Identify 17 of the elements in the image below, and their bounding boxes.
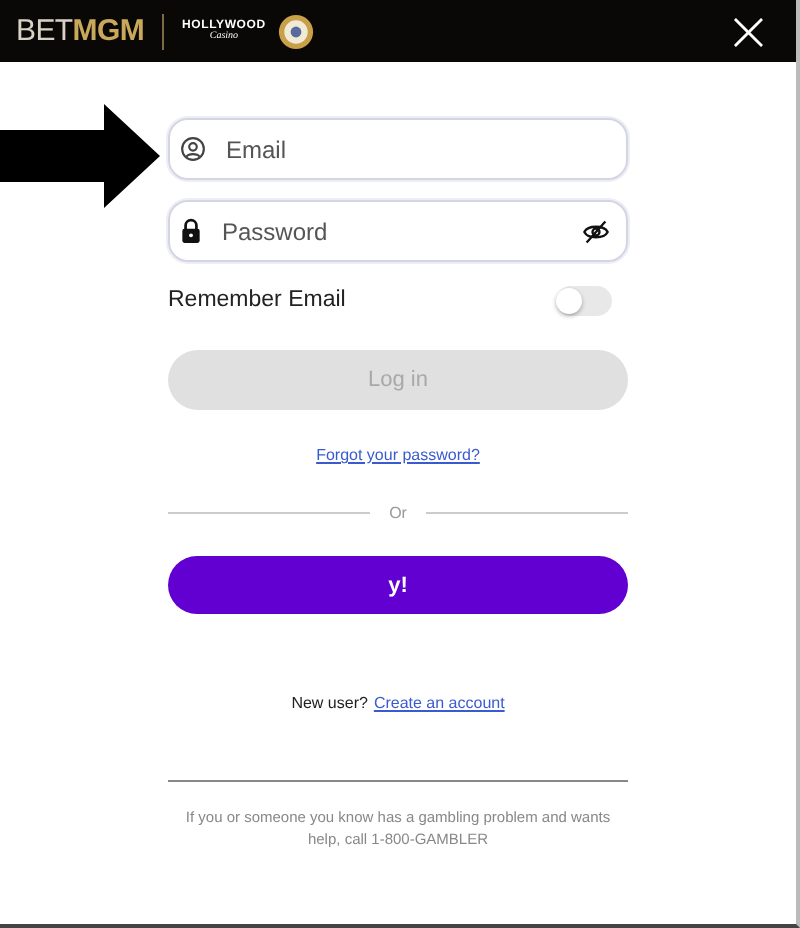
or-divider-label: Or bbox=[389, 504, 407, 522]
password-input[interactable]: Password bbox=[218, 215, 566, 247]
remember-label: Remember Email bbox=[168, 288, 346, 312]
yahoo-login-button[interactable]: y! bbox=[168, 556, 628, 614]
brand-logo: BETMGM bbox=[16, 14, 145, 48]
user-icon bbox=[180, 136, 206, 162]
close-button[interactable]: × bbox=[717, 3, 780, 59]
password-field[interactable]: Password bbox=[168, 200, 628, 262]
email-input[interactable]: Email bbox=[222, 133, 610, 165]
forgot-password-link[interactable]: Forgot your password? bbox=[316, 446, 480, 464]
remember-toggle[interactable] bbox=[556, 285, 612, 315]
eye-slash-icon[interactable] bbox=[582, 219, 610, 243]
email-field[interactable]: Email bbox=[168, 118, 628, 180]
lock-icon bbox=[180, 218, 202, 244]
emblem-icon bbox=[277, 13, 314, 49]
create-account-link[interactable]: Create an account bbox=[373, 694, 505, 712]
signup-prompt: New user? bbox=[291, 694, 368, 712]
